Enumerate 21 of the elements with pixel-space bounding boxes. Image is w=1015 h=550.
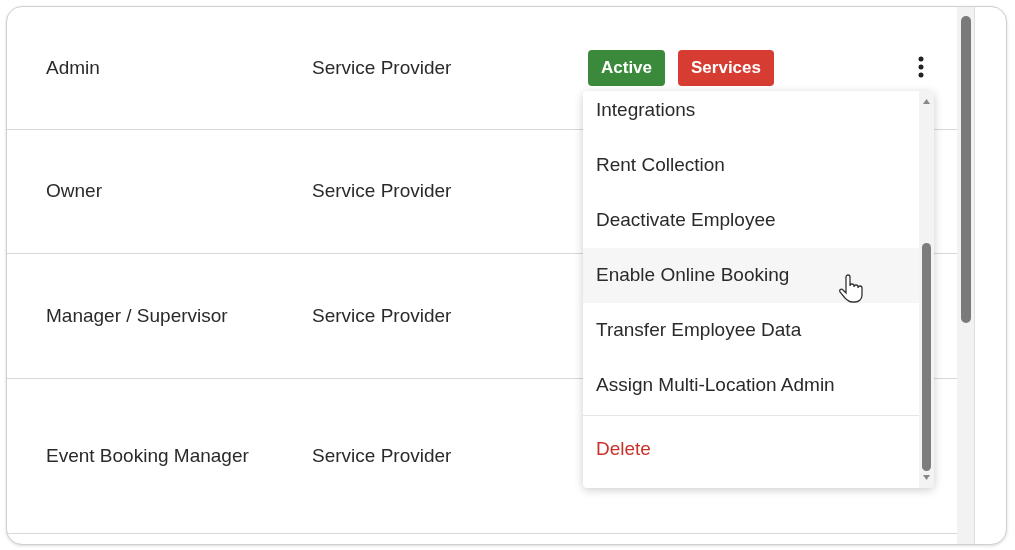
menu-scrollbar[interactable] [919, 91, 934, 488]
menu-item[interactable]: Integrations [583, 91, 919, 138]
more-options-icon[interactable] [918, 56, 924, 78]
table-cell-text: Owner [45, 179, 103, 204]
table-cell-text: Event Booking Manager [45, 443, 250, 468]
table-cell-text: Service Provider [312, 55, 453, 80]
menu-item[interactable]: Delete [583, 416, 919, 482]
page-scrollbar[interactable] [957, 7, 974, 544]
table-cell-text: Service Provider [312, 179, 453, 204]
menu-item[interactable]: Assign Multi-Location Admin [583, 358, 919, 413]
status-badge: Services [678, 50, 774, 86]
menu-item[interactable]: Transfer Employee Data [583, 303, 919, 358]
menu-item[interactable]: Deactivate Employee [583, 193, 919, 248]
pointer-hand-icon [839, 274, 863, 304]
table-cell-text: Manager / Supervisor [45, 303, 229, 328]
status-badge: Active [588, 50, 666, 86]
menu-item[interactable]: Enable Online Booking [583, 248, 919, 303]
table-cell-text: Admin [45, 55, 101, 80]
table-cell-text: Service Provider [312, 303, 453, 328]
table-cell-text: Service Provider [312, 443, 453, 468]
menu-item[interactable]: Rent Collection [583, 138, 919, 193]
